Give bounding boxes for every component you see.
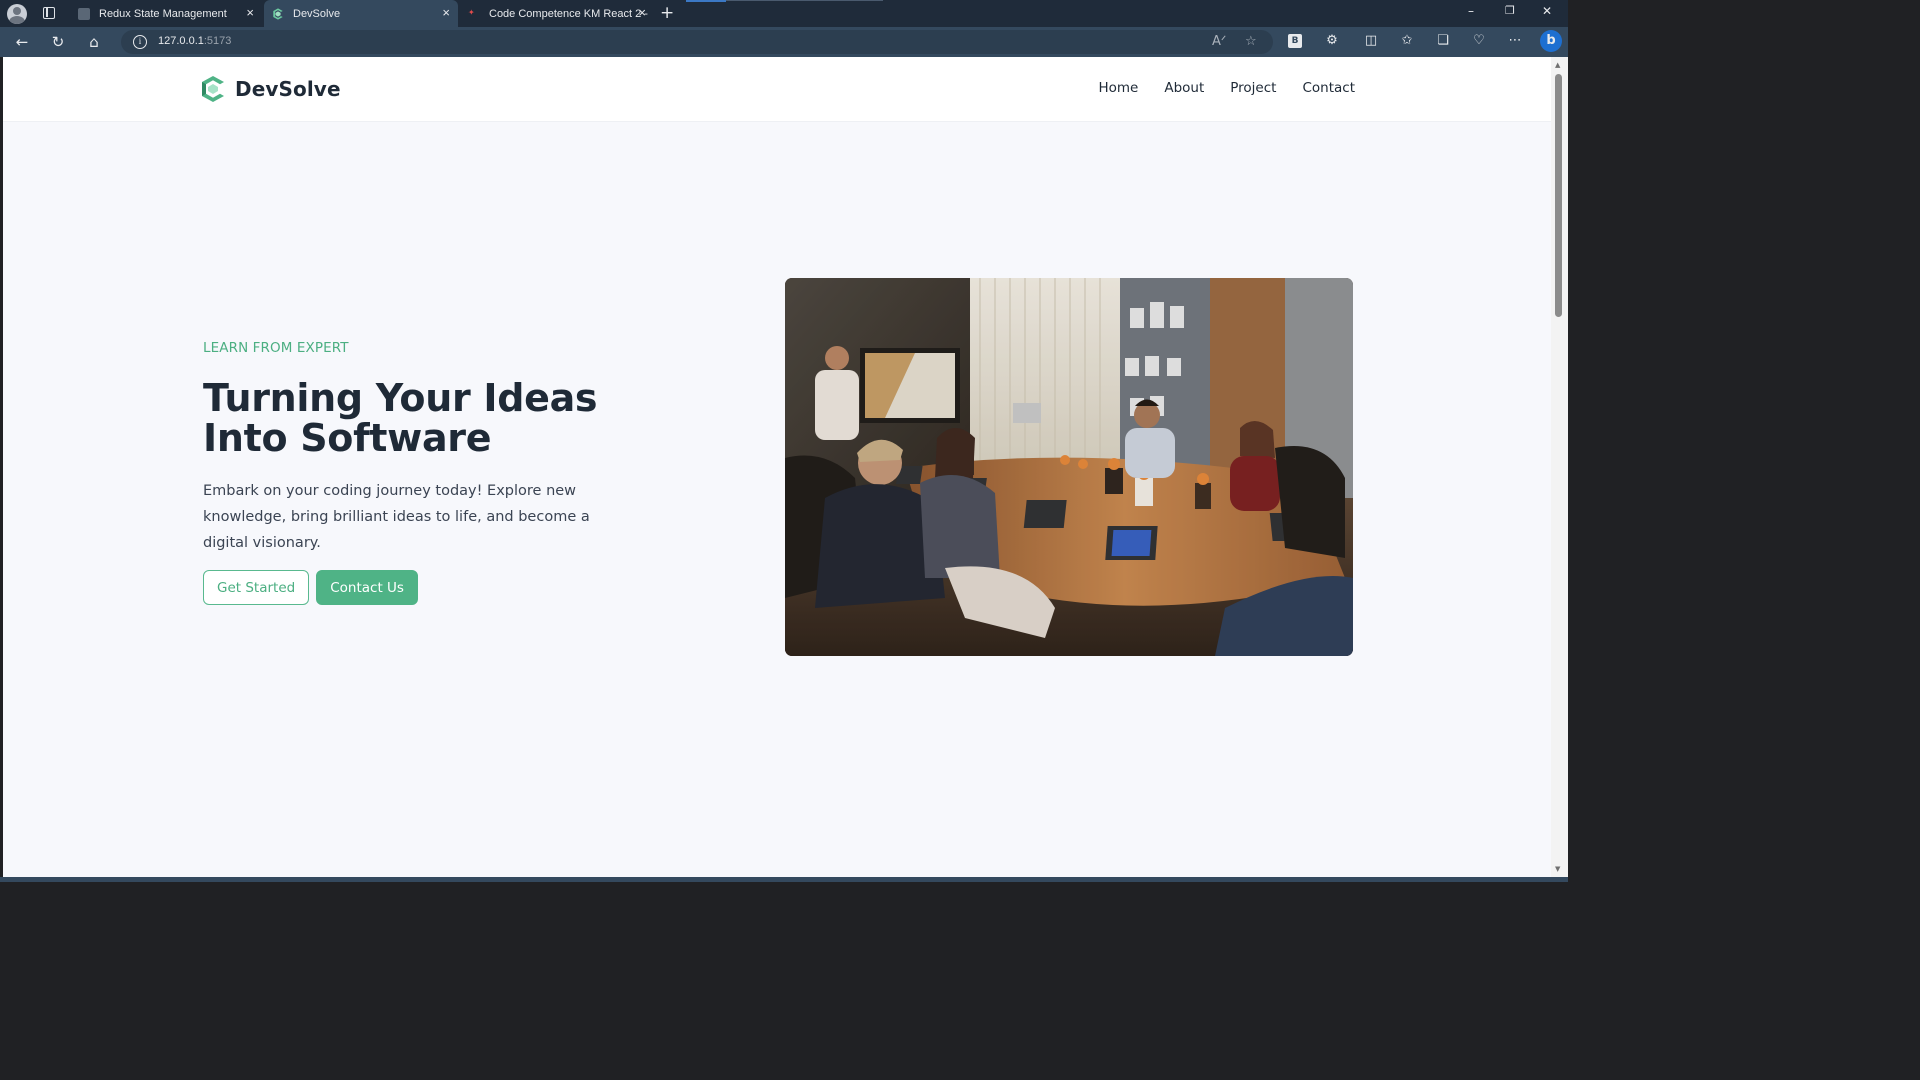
tab-close-icon[interactable]: ×: [246, 6, 254, 20]
tab-favicon-icon: [78, 7, 90, 20]
favorites-icon[interactable]: ✩: [1399, 33, 1415, 49]
main-nav: Home About Project Contact: [1098, 80, 1355, 96]
hero-eyebrow: LEARN FROM EXPERT: [203, 340, 349, 356]
split-screen-icon[interactable]: ◫: [1363, 33, 1379, 49]
address-bar: ← ↻ ⌂ i 127.0.0.1:5173 Aᐟ ☆ B ⚙ ◫ ✩ ❏ ♡ …: [0, 27, 1568, 57]
nav-home-link[interactable]: Home: [1098, 80, 1138, 96]
hero-meeting-image: [785, 278, 1353, 656]
tab-close-icon[interactable]: ×: [442, 6, 450, 20]
favorite-star-icon[interactable]: ☆: [1245, 34, 1257, 49]
devsolve-favicon-icon: [272, 7, 284, 20]
hero-text: LEARN FROM EXPERT Turning Your Ideas Int…: [203, 340, 723, 605]
extension-b-icon[interactable]: B: [1288, 34, 1302, 48]
tab-title: DevSolve: [293, 7, 341, 20]
nav-contact-link[interactable]: Contact: [1302, 80, 1355, 96]
home-icon[interactable]: ⌂: [85, 33, 103, 51]
brand-name: DevSolve: [235, 77, 341, 101]
scrollbar-thumb[interactable]: [1555, 74, 1562, 317]
get-started-button[interactable]: Get Started: [203, 570, 310, 605]
tab-strip-highlight: [686, 0, 726, 2]
tab-close-icon[interactable]: ×: [638, 6, 646, 20]
window-bottom-edge: [0, 877, 1568, 882]
brand-logo[interactable]: DevSolve: [200, 75, 341, 103]
tab-actions-icon[interactable]: [40, 5, 58, 21]
url-field[interactable]: i 127.0.0.1:5173 Aᐟ ☆: [121, 30, 1273, 54]
tab-favicon-icon: ✦: [468, 7, 475, 17]
tab-code-competence[interactable]: ✦ Code Competence KM React 2 - ×: [460, 0, 654, 27]
hero-buttons: Get Started Contact Us: [203, 570, 723, 605]
new-tab-button[interactable]: +: [660, 3, 674, 23]
site-header: DevSolve Home About Project Contact: [3, 57, 1551, 122]
site-info-icon[interactable]: i: [133, 35, 147, 49]
minimize-button[interactable]: –: [1468, 4, 1474, 18]
tab-devsolve[interactable]: DevSolve ×: [264, 0, 458, 27]
nav-project-link[interactable]: Project: [1230, 80, 1276, 96]
close-window-button[interactable]: ✕: [1542, 4, 1552, 18]
hero-description: Embark on your coding journey today! Exp…: [203, 483, 590, 551]
refresh-icon[interactable]: ↻: [49, 33, 67, 51]
page-viewport: DevSolve Home About Project Contact LEAR…: [3, 57, 1551, 877]
tab-title: Redux State Management: [99, 7, 227, 20]
profile-avatar-icon[interactable]: [7, 4, 27, 24]
more-options-icon[interactable]: ⋯: [1507, 33, 1523, 49]
extensions-puzzle-icon[interactable]: ⚙: [1324, 33, 1340, 49]
restore-button[interactable]: ❐: [1505, 4, 1515, 17]
url-text: 127.0.0.1:5173: [158, 35, 232, 47]
copilot-icon[interactable]: b: [1540, 30, 1562, 52]
collections-icon[interactable]: ❏: [1435, 33, 1451, 49]
meeting-illustration: [785, 278, 1353, 656]
nav-about-link[interactable]: About: [1164, 80, 1204, 96]
page-scrollbar[interactable]: ▲ ▼: [1551, 57, 1568, 877]
hero-title: Turning Your Ideas Into Software: [203, 376, 598, 460]
tab-title: Code Competence KM React 2 -: [489, 7, 648, 20]
back-arrow-icon[interactable]: ←: [13, 33, 31, 51]
tab-redux[interactable]: Redux State Management ×: [70, 0, 262, 27]
scroll-down-arrow-icon[interactable]: ▼: [1555, 865, 1560, 873]
browser-essentials-icon[interactable]: ♡: [1471, 33, 1487, 49]
contact-us-button[interactable]: Contact Us: [316, 570, 418, 605]
tab-strip: Redux State Management × DevSolve × ✦ Co…: [0, 0, 1568, 27]
devsolve-logo-icon: [202, 76, 224, 102]
scroll-up-arrow-icon[interactable]: ▲: [1555, 61, 1560, 69]
read-aloud-icon[interactable]: Aᐟ: [1212, 34, 1226, 49]
